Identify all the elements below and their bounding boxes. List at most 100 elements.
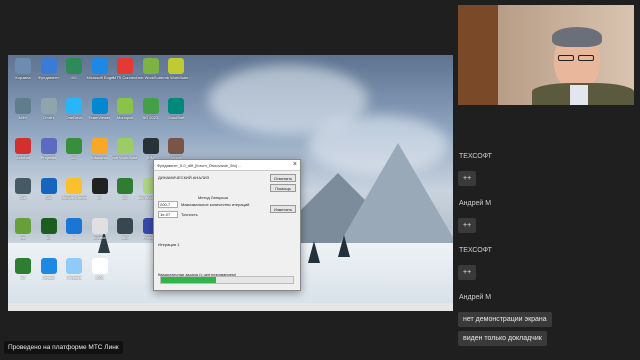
desktop-icon[interactable]: OneDrive (61, 98, 87, 120)
doc-icon (15, 178, 31, 194)
desktop-icon[interactable]: Архив (163, 138, 189, 160)
desktop-icon[interactable]: Microsoft Edge (87, 58, 113, 80)
shared-screen: Корзина Фундамент 5G Microsoft Edge MTS Conn… (8, 55, 453, 303)
recycle-bin-icon (15, 58, 31, 74)
desktop-icon[interactable]: МФУ (10, 98, 36, 120)
progress-bar (160, 276, 294, 284)
app-icon (40, 178, 57, 194)
desktop-icon[interactable]: A (61, 218, 87, 240)
desktop-icon[interactable]: GoodSoft (163, 98, 189, 120)
desktop-icon-label: Отчёт (42, 115, 55, 120)
desktop-icon[interactable]: Фундамент (36, 58, 62, 80)
chat-author: ТЕХСОФТ (459, 153, 492, 160)
desktop-icon-label: TeamViewer (88, 115, 111, 120)
desktop-icon-label: mb WorkSuite (112, 155, 138, 160)
desktop-icon[interactable]: 5G (36, 218, 62, 240)
desktop-icon[interactable]: 2000 (87, 258, 113, 280)
desktop-icon[interactable]: 5G (112, 178, 138, 200)
desktop-icon[interactable]: 5G (61, 138, 87, 160)
mb-icon (117, 138, 133, 154)
desktop-icon[interactable]: BIM (112, 218, 138, 240)
desktop-icon[interactable]: SW (36, 178, 62, 200)
desktop-icon[interactable]: Monopoli (112, 98, 138, 120)
5g-icon (66, 58, 82, 74)
progress-fill (161, 277, 217, 283)
app-icon (91, 178, 108, 194)
desktop-icon[interactable]: Acrobat (10, 138, 36, 160)
edge-icon (91, 58, 108, 74)
app-icon (168, 98, 184, 114)
mb-icon (15, 218, 31, 234)
desktop-icon-label: Корзина (15, 75, 31, 80)
desktop-icon-label: 5G (20, 275, 26, 280)
desktop-icon-label: mb (20, 235, 26, 240)
cloud-icon (66, 98, 82, 114)
desktop-icon-label: GoodSoft (167, 115, 185, 120)
folder-icon (168, 138, 184, 154)
app-icon (40, 138, 57, 154)
app-icon (40, 58, 57, 74)
desktop-icon-label: BIM (121, 235, 129, 240)
desktop-icon[interactable]: Корзина (10, 58, 36, 80)
desktop-icon[interactable]: Infokonst (87, 138, 113, 160)
mb-icon (168, 58, 184, 74)
desktop-icon[interactable]: 5G 2023 (138, 98, 164, 120)
desktop-icon[interactable]: Projektbl (36, 138, 62, 160)
5g-icon (142, 98, 159, 114)
chat-message: ++ (458, 218, 477, 233)
5g-icon (40, 218, 57, 234)
desktop-icon[interactable]: mb (10, 218, 36, 240)
desktop-icon[interactable]: ИТ (87, 178, 113, 200)
desktop-icon[interactable]: Справка (61, 258, 87, 280)
desktop-icon[interactable]: TeamViewer (87, 98, 113, 120)
change-button[interactable]: Изменить (270, 205, 296, 213)
desktop-icon-label: Infokonst (91, 155, 108, 160)
desktop-icon-label: mb WorkSuite (137, 75, 164, 80)
desktop-icon[interactable]: mb WorkSuite (112, 138, 138, 160)
desktop-icon[interactable]: mb WorkSuite (163, 58, 189, 80)
desktop-icon-label: MTS Connect (112, 75, 138, 80)
desktop-icon[interactable]: 5G (61, 58, 87, 80)
desktop-icon[interactable]: Сервис (36, 258, 62, 280)
desktop-icon-label: SW (45, 195, 52, 200)
speaker-shirt (570, 85, 588, 105)
app-icon (91, 138, 108, 154)
tree (338, 235, 350, 257)
desktop-icon[interactable]: Doc (10, 178, 36, 200)
desktop-icon-label: Справка (66, 275, 82, 280)
desktop-icon[interactable]: BIM (138, 138, 164, 160)
desktop-icon[interactable]: Кодекс (87, 218, 113, 240)
desktop-icon[interactable]: MTS Connect (112, 58, 138, 80)
cancel-button[interactable]: Отменить (270, 174, 296, 182)
app-icon (117, 98, 133, 114)
chat-author: ТЕХСОФТ (459, 247, 492, 254)
printer-icon (15, 98, 31, 114)
mts-icon (117, 58, 133, 74)
desktop-icon-label: 5G (71, 75, 77, 80)
desktop-icon[interactable]: 5G (10, 258, 36, 280)
max-iterations-field[interactable]: 200-7 (158, 201, 178, 208)
help-button[interactable]: Помощь (270, 184, 296, 192)
desktop-icon-label: Projektbl (40, 155, 57, 160)
glasses-icon (558, 55, 574, 61)
max-iterations-label: Максимальное количество итераций (181, 202, 250, 207)
desktop-icon-label: A (72, 235, 76, 240)
doc-icon (40, 98, 57, 114)
desktop-icon[interactable]: Google Chrome (61, 178, 87, 200)
app-icon (66, 258, 82, 274)
desktop-icon-label: 5G (45, 235, 52, 240)
desktop-icon-label: 2000 (95, 275, 104, 280)
precision-label: Точность (181, 212, 198, 217)
desktop-icon-label: OneDrive (65, 115, 83, 120)
5g-icon (66, 138, 82, 154)
desktop-icon-label: МФУ (18, 115, 28, 120)
app-icon (91, 258, 108, 274)
platform-footer: Проведено на платформе МТС Линк (4, 341, 123, 354)
chat-message: ++ (458, 171, 477, 186)
method-label: Метод Ланцоша (198, 195, 228, 200)
desktop-icon[interactable]: mb WorkSuite (138, 58, 164, 80)
precision-field[interactable]: 1e-07 (158, 211, 178, 218)
mb-icon (142, 58, 159, 74)
desktop-icon[interactable]: Отчёт (36, 98, 62, 120)
close-icon[interactable]: × (293, 161, 297, 168)
